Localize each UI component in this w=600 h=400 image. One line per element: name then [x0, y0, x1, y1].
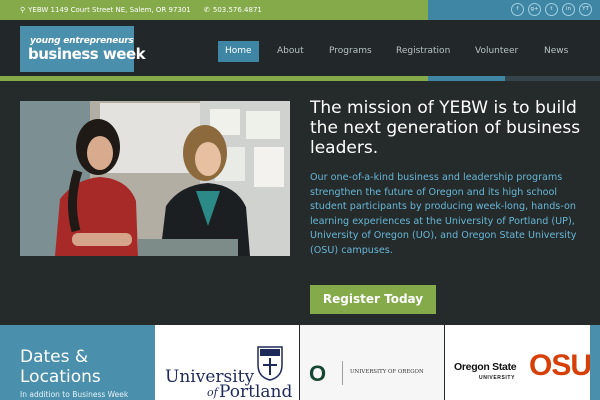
nav-home[interactable]: Home: [218, 41, 259, 62]
uo-o-mark: O: [309, 361, 327, 386]
portland-line2: of: [207, 386, 218, 399]
osu-line1: Oregon State: [454, 361, 517, 373]
nav-programs[interactable]: Programs: [329, 41, 372, 62]
portland-crest-icon: [257, 346, 283, 381]
portland-line3: Portland: [219, 382, 293, 400]
dates-locations-title: Dates & Locations: [20, 347, 101, 387]
hero-title: The mission of YEBW is to build the next…: [310, 98, 581, 158]
linkedin-icon[interactable]: in: [562, 3, 575, 16]
oregon-state-card[interactable]: Oregon State UNIVERSITY OSU: [445, 325, 590, 400]
address-text: YEBW 1149 Court Street NE, Salem, OR 973…: [28, 6, 191, 14]
social-links: f g+ t in YT: [511, 3, 592, 16]
nav-registration[interactable]: Registration: [396, 41, 450, 62]
site-header: young entrepreneurs business week Home A…: [0, 20, 600, 76]
accent-stripe-green: [0, 76, 428, 81]
location-pin-icon: ⚲: [20, 6, 26, 14]
nav-about[interactable]: About: [277, 41, 304, 62]
nav-news[interactable]: News: [544, 41, 568, 62]
youtube-icon[interactable]: YT: [579, 3, 592, 16]
phone-icon: ✆: [204, 6, 210, 14]
osu-mark: OSU: [529, 349, 590, 382]
site-logo[interactable]: young entrepreneurs business week: [20, 26, 146, 72]
bottom-right-accent: [590, 325, 600, 400]
register-today-button[interactable]: Register Today: [310, 285, 436, 314]
university-of-portland-card[interactable]: University of Portland: [155, 325, 299, 400]
accent-stripe-blue: [428, 76, 505, 81]
google-plus-icon[interactable]: g+: [528, 3, 541, 16]
osu-line2: UNIVERSITY: [479, 375, 516, 381]
accent-stripe-dark: [505, 76, 600, 81]
contact-address: ⚲ YEBW 1149 Court Street NE, Salem, OR 97…: [20, 0, 191, 20]
contact-phone: ✆ 503.576.4871: [204, 0, 262, 20]
uo-name: UNIVERSITY OF OREGON: [350, 369, 424, 375]
university-of-oregon-card[interactable]: O UNIVERSITY OF OREGON: [300, 325, 444, 400]
facebook-icon[interactable]: f: [511, 3, 524, 16]
phone-text: 503.576.4871: [212, 6, 262, 14]
dates-locations-subtitle: In addition to Business Week: [20, 390, 129, 399]
top-bar: ⚲ YEBW 1149 Court Street NE, Salem, OR 97…: [0, 0, 600, 20]
nav-volunteer[interactable]: Volunteer: [475, 41, 518, 62]
twitter-icon[interactable]: t: [545, 3, 558, 16]
logo-line2: business week: [28, 45, 146, 63]
hero-body: Our one-of-a-kind business and leadershi…: [310, 172, 577, 256]
uo-divider: [342, 361, 343, 385]
hero-photo: [20, 101, 290, 256]
